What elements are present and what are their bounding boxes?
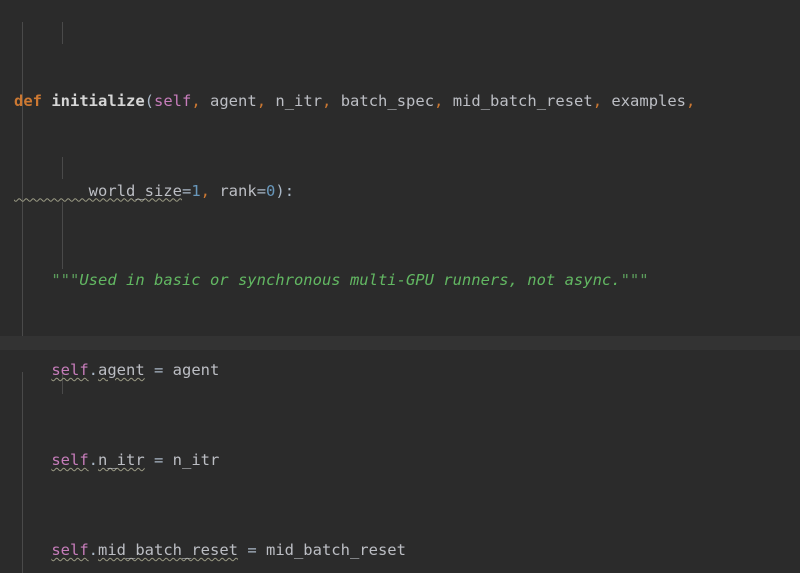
docstring-text-1: Used in basic or synchronous multi-GPU r… (79, 271, 621, 290)
keyword-def: def (14, 91, 42, 110)
function-name-initialize: initialize (51, 91, 145, 110)
code-line[interactable]: self.n_itr = n_itr (0, 449, 800, 471)
code-line-docstring[interactable]: """Used in basic or synchronous multi-GP… (0, 269, 800, 291)
code-line[interactable]: self.mid_batch_reset = mid_batch_reset (0, 539, 800, 561)
code-content[interactable]: def initialize(self, agent, n_itr, batch… (0, 0, 800, 573)
code-line[interactable]: self.agent = agent (0, 359, 800, 381)
code-line[interactable]: world_size=1, rank=0): (0, 180, 800, 202)
code-line[interactable]: def initialize(self, agent, n_itr, batch… (0, 90, 800, 112)
code-editor[interactable]: def initialize(self, agent, n_itr, batch… (0, 0, 800, 573)
